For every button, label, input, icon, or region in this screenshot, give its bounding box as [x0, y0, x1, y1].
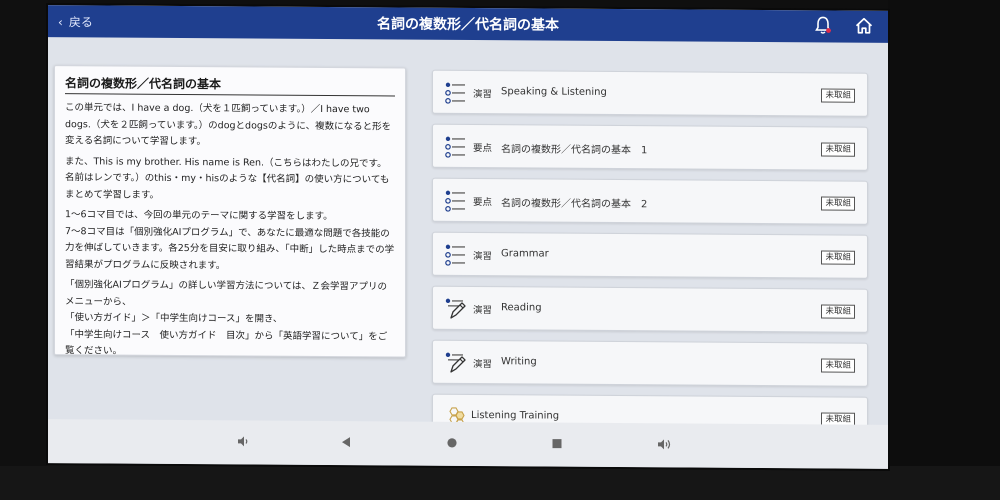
list-icon: [445, 190, 465, 212]
lesson-type: 要点: [473, 143, 493, 155]
page-title: 名詞の複数形／代名詞の基本: [377, 16, 559, 34]
lesson-title: Listening Training: [471, 410, 560, 422]
lesson-item-writing[interactable]: 演習 Writing 未取組: [432, 339, 868, 387]
description-paragraph: また、This is my brother. His name is Ren.（…: [65, 155, 390, 201]
status-badge: 未取組: [821, 358, 855, 373]
device-bezel-right: [888, 0, 1000, 500]
list-icon: [445, 82, 465, 104]
status-badge: 未取組: [821, 250, 855, 265]
lesson-type: 演習: [473, 305, 493, 317]
tablet-screen: ‹ 戻る 名詞の複数形／代名詞の基本 名詞の複数形／代名詞の基本 この単元では、…: [48, 5, 888, 469]
status-badge: 未取組: [821, 142, 855, 157]
status-badge: 未取組: [821, 88, 855, 103]
list-icon: [445, 244, 465, 266]
unit-description-title: 名詞の複数形／代名詞の基本: [65, 74, 395, 97]
description-paragraph: 「中学生向けコース 使い方ガイド 目次」から「英語学習について」をご覧ください。: [65, 328, 388, 357]
status-badge: 未取組: [821, 196, 855, 211]
lesson-list: 演習 Speaking & Listening 未取組 要点 名詞の複数形／代名…: [432, 69, 868, 451]
unit-description-panel: 名詞の複数形／代名詞の基本 この単元では、I have a dog.（犬を１匹飼…: [54, 65, 406, 358]
lesson-type: 演習: [473, 251, 493, 263]
notification-bell-icon[interactable]: [814, 15, 832, 35]
list-icon: [445, 136, 465, 158]
pencil-icon: [445, 352, 466, 373]
lesson-item-grammar[interactable]: 演習 Grammar 未取組: [432, 231, 868, 279]
recent-apps-icon[interactable]: [551, 437, 563, 451]
description-paragraph: 1～6コマ目では、今回の単元のテーマに関する学習をします。: [65, 209, 333, 223]
lesson-title: Reading: [501, 302, 542, 314]
app-header: ‹ 戻る 名詞の複数形／代名詞の基本: [48, 5, 888, 43]
description-paragraph: 7～8コマ目は「個別強化AIプログラム」で、あなたに最適な問題で各技能の力を伸ば…: [65, 225, 395, 271]
description-paragraph: この単元では、I have a dog.（犬を１匹飼っています。）／I have…: [65, 102, 392, 148]
lesson-item-reading[interactable]: 演習 Reading 未取組: [432, 285, 868, 333]
lesson-title: 名詞の複数形／代名詞の基本 1: [501, 144, 648, 157]
system-navigation-bar: [48, 419, 888, 469]
lesson-item-key-points-1[interactable]: 要点 名詞の複数形／代名詞の基本 1 未取組: [432, 123, 868, 171]
description-paragraph: 「使い方ガイド」＞「中学生向けコース」を開き、: [65, 312, 283, 325]
notification-dot: [826, 28, 831, 33]
lesson-type: 演習: [473, 359, 493, 371]
volume-up-icon[interactable]: [656, 437, 672, 451]
volume-down-icon[interactable]: [236, 434, 250, 448]
device-bezel-bottom: [0, 466, 1000, 500]
lesson-item-key-points-2[interactable]: 要点 名詞の複数形／代名詞の基本 2 未取組: [432, 177, 868, 225]
status-badge: 未取組: [821, 304, 855, 319]
home-circle-icon[interactable]: [446, 436, 458, 450]
lesson-item-speaking-listening[interactable]: 演習 Speaking & Listening 未取組: [432, 69, 868, 117]
lesson-title: Grammar: [501, 248, 549, 260]
device-bezel-left: [0, 0, 48, 500]
home-icon[interactable]: [854, 16, 874, 36]
lesson-type: 要点: [473, 197, 493, 209]
lesson-title: Writing: [501, 356, 537, 368]
lesson-title: Speaking & Listening: [501, 86, 607, 98]
description-paragraph: 「個別強化AIプログラム」の詳しい学習方法については、Ｚ会学習アプリのメニューか…: [65, 279, 388, 308]
back-triangle-icon[interactable]: [340, 435, 352, 449]
lesson-title: 名詞の複数形／代名詞の基本 2: [501, 198, 648, 211]
pencil-icon: [445, 298, 466, 319]
lesson-type: 演習: [473, 89, 493, 101]
